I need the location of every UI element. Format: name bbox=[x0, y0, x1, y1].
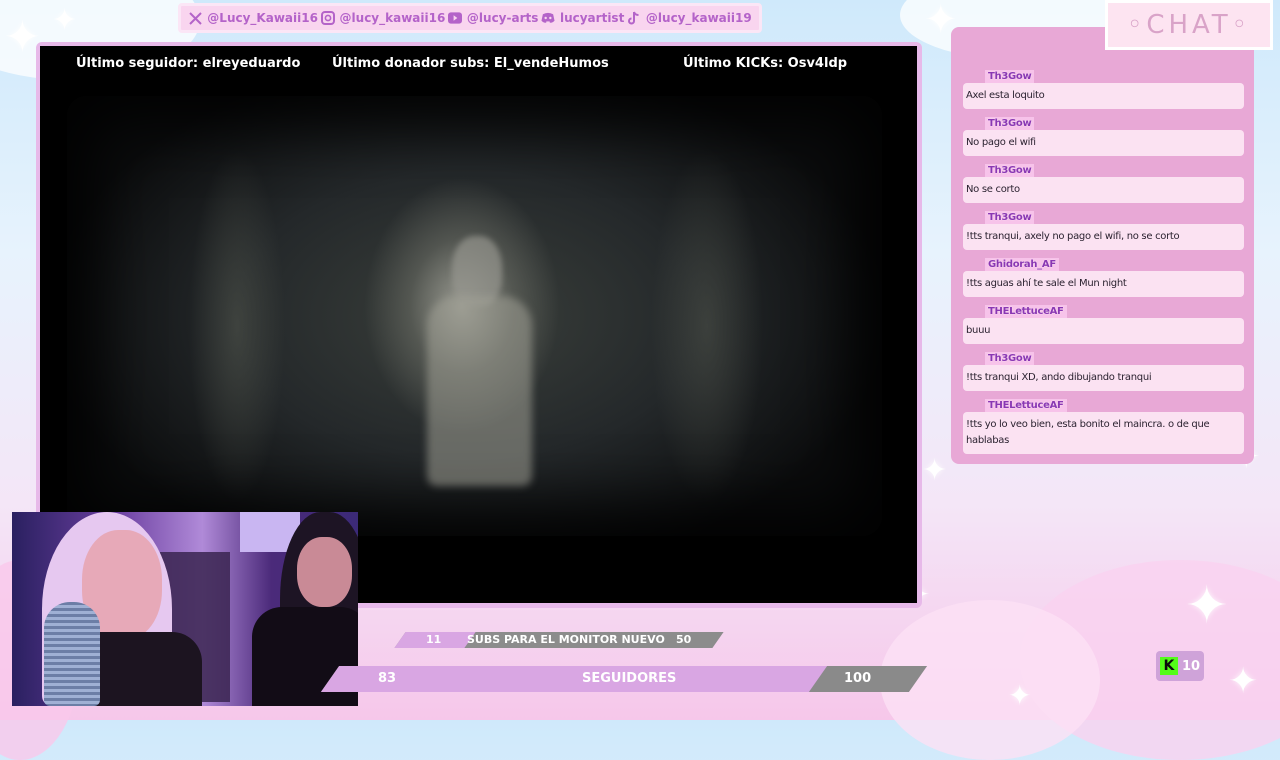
microphone-icon bbox=[44, 602, 100, 706]
discord-icon bbox=[541, 11, 555, 25]
sparkle-icon: ✦ bbox=[52, 3, 78, 38]
chat-message-text: !tts tranqui, axely no pago el wifi, no … bbox=[963, 224, 1244, 250]
followers-goal-target: 100 bbox=[844, 671, 872, 686]
followers-goal-label: SEGUIDORES bbox=[582, 671, 677, 686]
sparkle-icon: ✦ bbox=[1008, 679, 1032, 712]
social-item-discord[interactable]: lucyartist bbox=[541, 11, 624, 25]
chat-message: Th3Gow !tts tranqui XD, ando dibujando tr… bbox=[963, 346, 1244, 391]
chat-username[interactable]: Ghidorah_AF bbox=[985, 258, 1059, 271]
chat-message-text: buuu bbox=[963, 318, 1244, 344]
social-item-youtube[interactable]: @lucy-arts bbox=[447, 11, 539, 25]
chat-username[interactable]: Th3Gow bbox=[985, 211, 1035, 224]
latest-donor: Último donador subs: El_vendeHumos bbox=[332, 56, 609, 71]
chat-message: Th3Gow !tts tranqui, axely no pago el wif… bbox=[963, 205, 1244, 250]
followers-goal-current: 83 bbox=[378, 671, 397, 686]
social-label: @lucy-arts bbox=[466, 11, 539, 25]
chat-message: Th3Gow Axel esta loquito bbox=[963, 64, 1244, 109]
chat-message: THELettuceAF buuu bbox=[963, 299, 1244, 344]
social-item-x[interactable]: @Lucy_Kawaii16 bbox=[188, 11, 318, 25]
chat-username[interactable]: Th3Gow bbox=[985, 164, 1035, 177]
social-label: lucyartist bbox=[559, 11, 625, 25]
sparkle-icon: ✦ bbox=[1185, 576, 1229, 636]
streamer-2-face bbox=[297, 537, 352, 607]
kick-icon: K bbox=[1159, 657, 1178, 675]
chat-message: THELettuceAF !tts yo lo veo bien, esta bo… bbox=[963, 393, 1244, 454]
youtube-icon bbox=[447, 11, 462, 25]
social-label: @Lucy_Kawaii16 bbox=[207, 11, 318, 25]
chat-username[interactable]: Th3Gow bbox=[985, 352, 1035, 365]
chat-message-text: !tts aguas ahí te sale el Mun night bbox=[963, 271, 1244, 297]
chat-message: Th3Gow No pago el wifi bbox=[963, 111, 1244, 156]
social-label: @lucy_kawaii16 bbox=[339, 11, 446, 25]
game-viewport[interactable] bbox=[67, 96, 882, 536]
chat-message-text: No pago el wifi bbox=[963, 130, 1244, 156]
instagram-icon bbox=[320, 11, 335, 25]
chat-title: ◦CHAT◦ bbox=[1105, 0, 1273, 50]
social-item-tiktok[interactable]: @lucy_kawaii19 bbox=[627, 11, 752, 25]
webcam-feed bbox=[12, 512, 358, 706]
kick-viewer-count: 10 bbox=[1181, 658, 1201, 674]
subs-goal-label: SUBS PARA EL MONITOR NUEVO bbox=[467, 633, 665, 646]
subs-goal-target: 50 bbox=[676, 633, 692, 646]
x-icon bbox=[188, 11, 202, 25]
subs-goal-bar: 11 SUBS PARA EL MONITOR NUEVO 50 bbox=[394, 632, 724, 648]
stream-alerts-row: Último seguidor: elreyeduardo Último don… bbox=[40, 56, 917, 76]
latest-follower: Último seguidor: elreyeduardo bbox=[76, 56, 301, 71]
followers-goal-bar: 83 SEGUIDORES 100 bbox=[320, 666, 928, 692]
chat-username[interactable]: THELettuceAF bbox=[985, 305, 1067, 318]
chat-message-text: No se corto bbox=[963, 177, 1244, 203]
chat-message: Ghidorah_AF !tts aguas ahí te sale el Mun… bbox=[963, 252, 1244, 297]
chat-message-text: Axel esta loquito bbox=[963, 83, 1244, 109]
social-label: @lucy_kawaii19 bbox=[645, 11, 752, 25]
ghost-figure-body bbox=[427, 296, 532, 486]
chat-username[interactable]: Th3Gow bbox=[985, 117, 1035, 130]
kick-viewers-badge: K 10 bbox=[1156, 651, 1204, 681]
chat-message-text: !tts yo lo veo bien, esta bonito el main… bbox=[963, 412, 1244, 454]
followers-goal-fill bbox=[320, 666, 828, 692]
chat-panel: Th3Gow Axel esta loquito Th3Gow No pago el … bbox=[951, 27, 1254, 464]
social-links-bar: @Lucy_Kawaii16 @lucy_kawaii16 @lucy-arts… bbox=[178, 3, 762, 33]
chat-message-text: !tts tranqui XD, ando dibujando tranqui bbox=[963, 365, 1244, 391]
sparkle-icon: ✦ bbox=[922, 453, 948, 488]
sparkle-icon: ✦ bbox=[1228, 661, 1259, 702]
chat-username[interactable]: Th3Gow bbox=[985, 70, 1035, 83]
social-item-instagram[interactable]: @lucy_kawaii16 bbox=[320, 11, 446, 25]
chat-username[interactable]: THELettuceAF bbox=[985, 399, 1067, 412]
chat-message: Th3Gow No se corto bbox=[963, 158, 1244, 203]
tiktok-icon bbox=[627, 11, 641, 25]
subs-goal-current: 11 bbox=[426, 633, 442, 646]
latest-kicks: Último KICKs: Osv4ldp bbox=[683, 56, 848, 71]
